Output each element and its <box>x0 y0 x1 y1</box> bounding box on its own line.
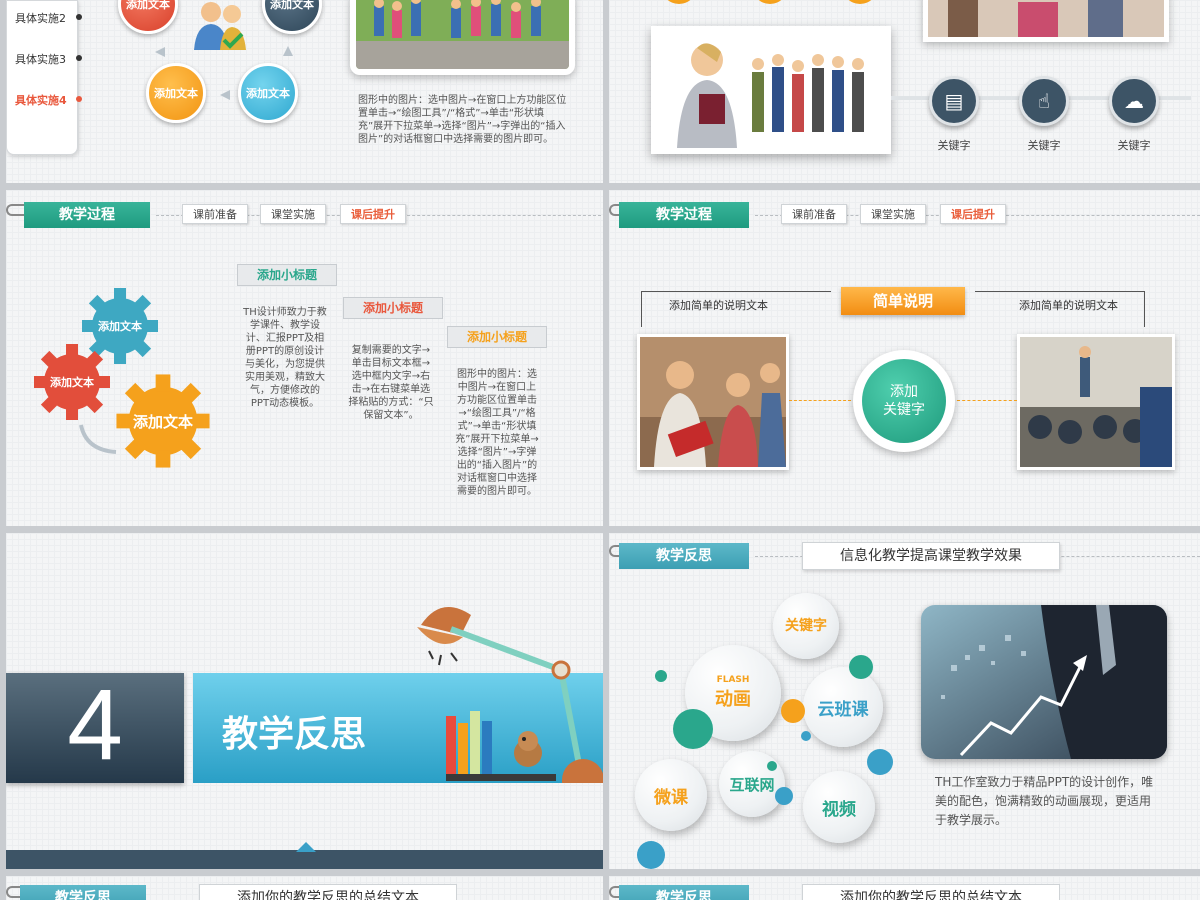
slide-teaching-process-simple[interactable]: 教学过程 课前准备 课堂实施 课后提升 添加简单的说明文本 添加简单的说明文本 … <box>609 190 1200 526</box>
text-block-3: 图形中的图片：选中图片→在窗口上方功能区位置单击→“绘图工具”/“格式”→单击“… <box>455 369 539 497</box>
center-keyword-circle[interactable]: 添加 关键字 <box>853 350 955 452</box>
people-icon <box>194 2 246 50</box>
description-text: TH工作室致力于精品PPT的设计创作，唯美的配色，饱满精致的动画展现，更适用于教… <box>935 775 1154 827</box>
slide-teaching-process-gears[interactable]: 教学过程 课前准备 课堂实施 课后提升 添加文本 添加文本 添加文本 添加小标题… <box>6 190 603 526</box>
circle-dark[interactable]: 添加文本 <box>262 0 322 34</box>
text-block-1: TH设计师致力于教学课件、教学设计、汇报PPT及相册PPT的原创设计与美化，为您… <box>243 307 327 409</box>
bubble-flash-label: FLASH <box>716 675 750 685</box>
deco-dot <box>673 709 713 749</box>
arrow-up-icon <box>283 46 293 56</box>
deco-dot <box>637 841 665 869</box>
students-jumping-image <box>356 0 569 69</box>
slide-bottom-right[interactable]: 教学反思 添加你的教学反思的总结文本 <box>609 876 1200 900</box>
center-keyword-inner: 添加 关键字 <box>862 359 946 443</box>
curved-arrow-icon <box>79 424 117 454</box>
section-title: 教学反思 <box>222 714 367 755</box>
bubble-internet[interactable]: 互联网 <box>719 751 785 817</box>
gear-label-orange: 添加文本 <box>132 412 193 431</box>
photo-lecture-hall <box>1017 334 1175 470</box>
menu-item-2[interactable]: 具体实施2 <box>15 10 66 26</box>
orange-circle-partial <box>661 0 697 4</box>
photo-frame-students <box>350 0 575 75</box>
section-tab[interactable]: 教学反思 <box>619 543 749 569</box>
text-block-2: 复制需要的文字→单击目标文本框→选中框内文字→右击→在右键菜单选择粘贴的方式：“… <box>348 345 434 421</box>
photo-students-stairs <box>637 334 789 470</box>
circle-orange[interactable]: 添加文本 <box>146 63 206 123</box>
slide-section-4[interactable]: 4 教学反思 <box>6 533 603 869</box>
nav-button-after[interactable]: 课后提升 <box>940 204 1006 224</box>
menu-dot-active <box>76 96 82 102</box>
bubble-animation-label: 动画 <box>715 689 751 710</box>
image-instructions: 图形中的图片：选中图片→在窗口上方功能区位置单击→“绘图工具”/“格式”→单击“… <box>358 95 567 145</box>
students-stairs-image <box>640 337 786 467</box>
summary-box: 添加你的教学反思的总结文本 <box>199 884 457 900</box>
lecture-hall-image <box>1020 337 1172 467</box>
section-number: 4 <box>67 669 123 781</box>
bubble-video[interactable]: 视频 <box>803 771 875 843</box>
center-keyword-line-1: 添加 <box>890 384 918 400</box>
menu-dot <box>76 14 82 20</box>
badge-simple-explanation: 简单说明 <box>841 287 965 315</box>
students-books-image <box>657 32 885 148</box>
orange-circle-partial <box>842 0 878 4</box>
section-tab[interactable]: 教学反思 <box>619 885 749 900</box>
cloud-download-icon[interactable]: ☁ <box>1109 76 1159 126</box>
presentation-icon[interactable]: ▤ <box>929 76 979 126</box>
nav-button-after[interactable]: 课后提升 <box>340 204 406 224</box>
slide-bottom-left[interactable]: 教学反思 添加你的教学反思的总结文本 <box>6 876 603 900</box>
subtitle-2: 添加小标题 <box>343 297 443 319</box>
menu-item-3[interactable]: 具体实施3 <box>15 51 66 67</box>
subtitle-1: 添加小标题 <box>237 264 337 286</box>
section-tab[interactable]: 教学过程 <box>24 202 150 228</box>
bubble-keyword[interactable]: 关键字 <box>773 593 839 659</box>
connector-left <box>789 400 851 401</box>
summary-box: 添加你的教学反思的总结文本 <box>802 884 1060 900</box>
photo-frame-students-books <box>651 26 891 154</box>
slide-top-left[interactable]: 具体实施2 具体实施3 具体实施4 添加文本 添加文本 添加文本 添加文本 图形… <box>6 0 603 183</box>
circle-blue[interactable]: 添加文本 <box>238 63 298 123</box>
deco-dot <box>655 670 667 682</box>
right-caption: 添加简单的说明文本 <box>1019 299 1118 312</box>
arrow-left-icon <box>155 47 165 57</box>
bottom-bar <box>6 850 603 869</box>
nav-button-prep[interactable]: 课前准备 <box>182 204 248 224</box>
teens-image <box>928 0 1164 37</box>
bubble-cloud-class[interactable]: 云班课 <box>803 667 883 747</box>
businessman-chart-image <box>921 605 1167 759</box>
gear-label-red: 添加文本 <box>50 376 94 389</box>
center-keyword-line-2: 关键字 <box>883 402 925 418</box>
deco-dot <box>767 761 777 771</box>
touch-icon[interactable]: ☝ <box>1019 76 1069 126</box>
triangle-up-icon <box>296 842 316 852</box>
nav-button-prep[interactable]: 课前准备 <box>781 204 847 224</box>
menu-item-4[interactable]: 具体实施4 <box>15 92 67 108</box>
books-icon <box>446 711 556 781</box>
connector-right <box>957 400 1017 401</box>
section-tab[interactable]: 教学过程 <box>619 202 749 228</box>
nav-button-class[interactable]: 课堂实施 <box>260 204 326 224</box>
left-caption: 添加简单的说明文本 <box>669 299 768 312</box>
photo-frame-teen <box>923 0 1169 42</box>
deco-dot <box>781 699 805 723</box>
nav-button-class[interactable]: 课堂实施 <box>860 204 926 224</box>
keyword-label-1: 关键字 <box>937 139 971 152</box>
deco-dot <box>801 731 811 741</box>
bubble-micro-course[interactable]: 微课 <box>635 759 707 831</box>
orange-circle-partial <box>752 0 788 4</box>
subtitle-3: 添加小标题 <box>447 326 547 348</box>
slide-top-right[interactable]: ▤ ☝ ☁ 关键字 关键字 关键字 <box>609 0 1200 183</box>
circle-red[interactable]: 添加文本 <box>118 0 178 34</box>
deco-dot <box>849 655 873 679</box>
keyword-label-2: 关键字 <box>1027 139 1061 152</box>
deco-dot <box>867 749 893 775</box>
deco-dot <box>775 787 793 805</box>
slide-reflection-bubbles[interactable]: 教学反思 信息化教学提高课堂教学效果 关键字 FLASH 动画 云班课 微课 互… <box>609 533 1200 869</box>
photo-businessman-chart <box>921 605 1167 759</box>
keyword-label-3: 关键字 <box>1117 139 1151 152</box>
section-tab[interactable]: 教学反思 <box>20 885 146 900</box>
menu-dot <box>76 55 82 61</box>
arrow-left-icon <box>220 90 230 100</box>
headline-box: 信息化教学提高课堂教学效果 <box>802 542 1060 570</box>
